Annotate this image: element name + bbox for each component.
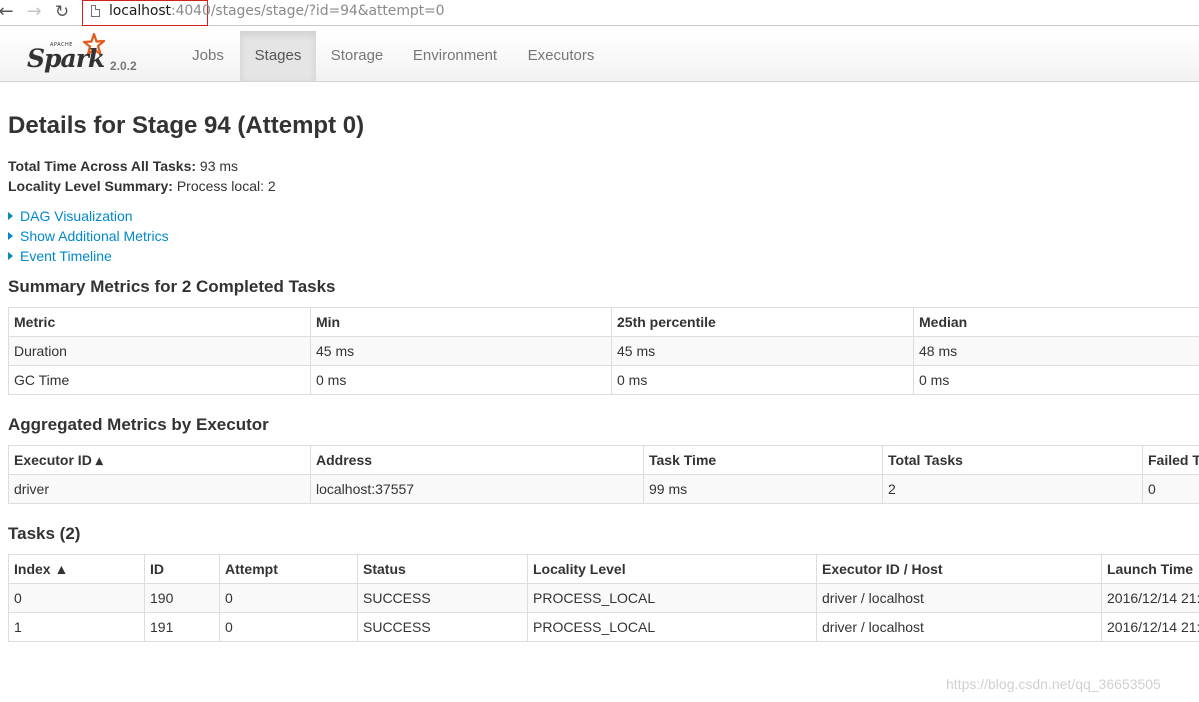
table-row: driver localhost:37557 99 ms 2 0 [8, 474, 1199, 504]
spark-navbar: APACHE Spark 2.0.2 Jobs Stages Storage E… [0, 31, 1199, 82]
table-cell: 99 ms [643, 474, 883, 504]
browser-toolbar: ← → ↻ localhost:4040/stages/stage/?id=94… [0, 0, 1199, 26]
tasks-table: Index ▲ ID Attempt Status Locality Level… [8, 554, 1199, 642]
table-cell: 0 ms [913, 365, 1199, 395]
expander-label: Event Timeline [20, 248, 112, 264]
column-header-task-time[interactable]: Task Time [643, 445, 883, 475]
executor-metrics-table: Executor ID ▴ Address Task Time Total Ta… [8, 445, 1199, 504]
spark-version: 2.0.2 [110, 59, 137, 73]
table-header-row: Index ▲ ID Attempt Status Locality Level… [8, 554, 1199, 584]
table-cell: 48 ms [913, 336, 1199, 366]
table-header-row: Metric Min 25th percentile Median [8, 307, 1199, 337]
column-header-address[interactable]: Address [310, 445, 644, 475]
table-row: GC Time 0 ms 0 ms 0 ms [8, 365, 1199, 395]
table-cell: 0 [1142, 474, 1199, 504]
page-title: Details for Stage 94 (Attempt 0) [8, 112, 365, 139]
tab-environment[interactable]: Environment [400, 31, 510, 81]
url-port: :4040 [170, 3, 211, 19]
executor-metrics-title: Aggregated Metrics by Executor [8, 415, 269, 434]
column-header-total-tasks[interactable]: Total Tasks [882, 445, 1143, 475]
table-cell: SUCCESS [357, 612, 528, 642]
table-cell: GC Time [8, 365, 311, 395]
table-cell: PROCESS_LOCAL [527, 583, 817, 613]
url-text[interactable]: localhost:4040/stages/stage/?id=94&attem… [109, 3, 445, 19]
url-path: /stages/stage/?id=94&attempt=0 [210, 3, 445, 19]
summary-metrics-table: Metric Min 25th percentile Median Durati… [8, 307, 1199, 395]
column-header-metric[interactable]: Metric [8, 307, 311, 337]
back-arrow-icon[interactable]: ← [0, 1, 16, 23]
table-cell: PROCESS_LOCAL [527, 612, 817, 642]
tab-stages[interactable]: Stages [240, 31, 316, 81]
table-cell: localhost:37557 [310, 474, 644, 504]
table-cell: 191 [144, 612, 220, 642]
locality-value: Process local: 2 [176, 178, 276, 194]
table-cell: 2 [882, 474, 1143, 504]
expand-arrow-icon [8, 212, 13, 220]
total-time-value: 93 ms [199, 158, 239, 174]
summary-metrics-title: Summary Metrics for 2 Completed Tasks [8, 277, 336, 296]
column-header-locality-level[interactable]: Locality Level [527, 554, 817, 584]
dag-visualization-toggle[interactable]: DAG Visualization [8, 208, 133, 224]
table-cell: 0 ms [611, 365, 914, 395]
table-cell: 0 [219, 583, 358, 613]
table-cell: 45 ms [611, 336, 914, 366]
locality-label: Locality Level Summary: [8, 178, 173, 194]
expand-arrow-icon [8, 232, 13, 240]
table-header-row: Executor ID ▴ Address Task Time Total Ta… [8, 445, 1199, 475]
table-cell: 190 [144, 583, 220, 613]
column-header-median[interactable]: Median [913, 307, 1199, 337]
table-cell: 0 [219, 612, 358, 642]
column-header-25th-percentile[interactable]: 25th percentile [611, 307, 914, 337]
tasks-title: Tasks (2) [8, 524, 81, 543]
tab-jobs[interactable]: Jobs [178, 31, 238, 81]
column-header-executor-host[interactable]: Executor ID / Host [816, 554, 1102, 584]
url-host: localhost [109, 3, 171, 19]
table-cell: driver / localhost [816, 583, 1102, 613]
table-row: 1 191 0 SUCCESS PROCESS_LOCAL driver / l… [8, 612, 1199, 642]
event-timeline-toggle[interactable]: Event Timeline [8, 248, 112, 264]
total-time-summary: Total Time Across All Tasks: 93 ms [8, 158, 238, 174]
table-cell: 2016/12/14 21: [1101, 583, 1199, 613]
expander-label: Show Additional Metrics [20, 228, 169, 244]
reload-icon[interactable]: ↻ [52, 1, 72, 23]
table-cell: driver [8, 474, 311, 504]
column-header-status[interactable]: Status [357, 554, 528, 584]
page-icon [91, 5, 100, 17]
table-cell: 45 ms [310, 336, 612, 366]
forward-arrow-icon[interactable]: → [24, 1, 44, 23]
table-cell: SUCCESS [357, 583, 528, 613]
expand-arrow-icon [8, 252, 13, 260]
column-header-index[interactable]: Index ▲ [8, 554, 145, 584]
table-row: 0 190 0 SUCCESS PROCESS_LOCAL driver / l… [8, 583, 1199, 613]
expander-label: DAG Visualization [20, 208, 133, 224]
table-cell: Duration [8, 336, 311, 366]
additional-metrics-toggle[interactable]: Show Additional Metrics [8, 228, 169, 244]
brand-name: Spark [27, 44, 105, 73]
total-time-label: Total Time Across All Tasks: [8, 158, 197, 174]
table-cell: driver / localhost [816, 612, 1102, 642]
column-header-failed-tasks[interactable]: Failed T [1142, 445, 1199, 475]
table-row: Duration 45 ms 45 ms 48 ms [8, 336, 1199, 366]
spark-logo[interactable]: APACHE Spark 2.0.2 [27, 33, 157, 79]
column-header-min[interactable]: Min [310, 307, 612, 337]
table-cell: 0 [8, 583, 145, 613]
column-header-id[interactable]: ID [144, 554, 220, 584]
table-cell: 2016/12/14 21: [1101, 612, 1199, 642]
table-cell: 0 ms [310, 365, 612, 395]
table-cell: 1 [8, 612, 145, 642]
tab-executors[interactable]: Executors [514, 31, 608, 81]
column-header-launch-time[interactable]: Launch Time [1101, 554, 1199, 584]
address-bar[interactable]: localhost:4040/stages/stage/?id=94&attem… [82, 0, 642, 26]
column-header-executor-id[interactable]: Executor ID ▴ [8, 445, 311, 475]
column-header-attempt[interactable]: Attempt [219, 554, 358, 584]
tab-storage[interactable]: Storage [318, 31, 396, 81]
watermark: https://blog.csdn.net/qq_36653505 [946, 676, 1161, 692]
locality-summary: Locality Level Summary: Process local: 2 [8, 178, 276, 194]
